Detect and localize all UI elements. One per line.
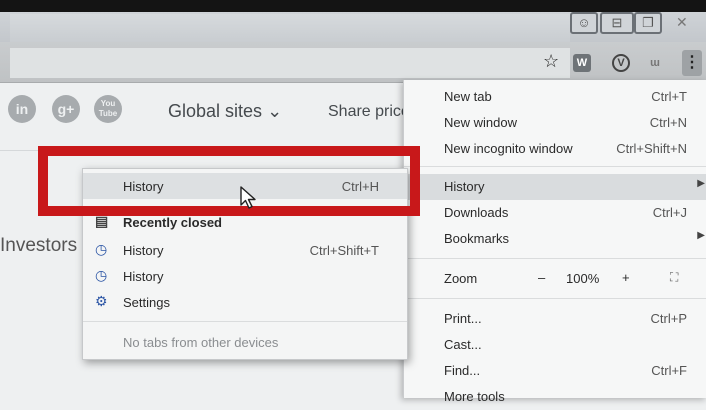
menu-item-zoom: Zoom – 100% + ⛶ [404,266,706,292]
global-sites-link[interactable]: Global sites ⌄ [168,101,282,122]
submenu-label: Settings [123,295,170,310]
investors-label: Investors [0,235,78,256]
profile-button[interactable]: ☺ [570,12,598,34]
submenu-label: History [123,243,164,258]
google-plus-icon[interactable]: g+ [52,95,80,123]
share-price-link[interactable]: Share price [328,103,403,121]
menu-item-history[interactable]: History ▶ [404,174,706,200]
investors-link[interactable]: Investors [0,235,80,257]
chrome-menu-button[interactable]: ⋮ [682,50,702,76]
menu-item-find[interactable]: Find... Ctrl+F [404,358,706,384]
history-clock-icon: ◷ [95,241,108,257]
menu-label: Zoom [444,271,478,286]
minimize-button[interactable]: ⊟ [600,12,634,34]
zoom-level: 100% [566,271,600,286]
menu-label: New window [444,115,517,130]
submenu-label: No tabs from other devices [123,335,279,350]
address-bar[interactable] [10,48,570,78]
zoom-out-button[interactable]: – [538,270,545,285]
extension-v-icon[interactable]: V [612,54,630,72]
menu-separator [404,298,706,299]
menu-label: New incognito window [444,141,573,156]
menu-item-cast[interactable]: Cast... [404,332,706,358]
menu-label: Print... [444,311,482,326]
menu-item-new-incognito-window[interactable]: New incognito window Ctrl+Shift+N [404,136,706,162]
submenu-label: Recently closed [123,215,222,230]
menu-label: More tools [444,389,505,404]
screen-bezel [0,0,706,12]
submenu-label: History [123,269,164,284]
menu-item-more-tools[interactable]: More tools [404,384,706,410]
menu-shortcut: Ctrl+P [650,311,687,326]
menu-separator [404,258,706,259]
zoom-in-button[interactable]: + [622,270,630,285]
gear-icon: ⚙ [95,293,108,309]
submenu-shortcut: Ctrl+Shift+T [309,243,379,258]
submenu-arrow-icon: ▶ [697,178,705,189]
menu-label: Cast... [444,337,482,352]
fullscreen-icon[interactable]: ⛶ [670,270,678,285]
submenu-item-settings[interactable]: ⚙ Settings [83,289,407,315]
submenu-item-recent-2[interactable]: ◷ History [83,263,407,289]
menu-item-downloads[interactable]: Downloads Ctrl+J [404,200,706,226]
close-button[interactable]: ✕ [676,14,688,31]
menu-label: Downloads [444,205,509,220]
maximize-button[interactable]: ❐ [634,12,662,34]
mouse-cursor-icon [240,186,256,209]
submenu-separator [83,321,407,322]
menu-shortcut: Ctrl+Shift+N [616,141,687,156]
menu-shortcut: Ctrl+F [651,363,687,378]
tab-strip [10,14,570,42]
menu-separator [404,166,706,167]
annotation-highlight-box [38,146,420,216]
menu-item-new-window[interactable]: New window Ctrl+N [404,110,706,136]
menu-label: History [444,179,485,194]
extension-w-icon[interactable]: W [573,54,591,72]
menu-shortcut: Ctrl+T [651,89,687,104]
menu-label: Bookmarks [444,231,510,246]
chrome-main-menu: New tab Ctrl+T New window Ctrl+N New incog… [403,80,706,404]
youtube-icon[interactable]: You Tube [94,95,122,123]
menu-label: Find... [444,363,481,378]
menu-shortcut: Ctrl+J [652,205,687,220]
chevron-down-icon: ⌄ [267,101,283,121]
bookmark-star-icon[interactable]: ☆ [543,51,559,72]
menu-shortcut: Ctrl+N [649,115,687,130]
menu-item-print[interactable]: Print... Ctrl+P [404,306,706,332]
no-tabs-message: No tabs from other devices [83,329,407,355]
history-clock-icon: ◷ [95,267,108,283]
linkedin-icon[interactable]: in [8,95,36,123]
submenu-item-recent-1[interactable]: ◷ History Ctrl+Shift+T [83,237,407,263]
extension-3-icon[interactable]: ɯ [646,54,664,72]
submenu-arrow-icon: ▶ [697,230,705,241]
global-sites-label: Global sites [168,101,263,121]
menu-label: New tab [444,89,492,104]
menu-item-bookmarks[interactable]: Bookmarks ▶ [404,226,706,252]
menu-item-new-tab[interactable]: New tab Ctrl+T [404,84,706,110]
